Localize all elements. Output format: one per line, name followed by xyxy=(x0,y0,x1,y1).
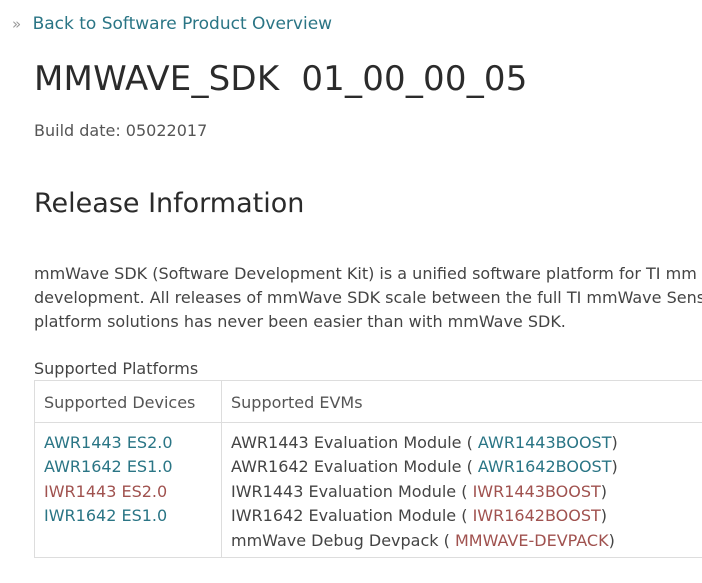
evm-row: IWR1642 Evaluation Module ( IWR1642BOOST… xyxy=(231,504,618,528)
evm-suffix: ) xyxy=(608,530,615,550)
build-date: Build date: 05022017 xyxy=(34,121,208,140)
back-to-overview-link[interactable]: Back to Software Product Overview xyxy=(33,14,332,34)
evm-name: IWR1642 Evaluation Module ( xyxy=(231,506,473,526)
evm-name: IWR1443 Evaluation Module ( xyxy=(231,481,473,501)
page: » Back to Software Product Overview MMWA… xyxy=(0,0,702,583)
description-line: development. All releases of mmWave SDK … xyxy=(34,288,702,307)
release-description: mmWave SDK (Software Development Kit) is… xyxy=(34,262,702,334)
evm-suffix: ) xyxy=(611,457,618,477)
device-link-iwr1642[interactable]: IWR1642 ES1.0 xyxy=(44,506,167,525)
column-divider xyxy=(221,381,222,557)
evm-suffix: ) xyxy=(600,506,607,526)
device-link-awr1443[interactable]: AWR1443 ES2.0 xyxy=(44,433,173,452)
evm-row: AWR1642 Evaluation Module ( AWR1642BOOST… xyxy=(231,455,618,479)
device-link-iwr1443[interactable]: IWR1443 ES2.0 xyxy=(44,482,167,501)
evm-name: AWR1443 Evaluation Module ( xyxy=(231,433,478,452)
evm-suffix: ) xyxy=(611,433,618,452)
evm-row: AWR1443 Evaluation Module ( AWR1443BOOST… xyxy=(231,431,618,455)
evm-name: mmWave Debug Devpack ( xyxy=(231,530,455,550)
evm-link-iwr1642boost[interactable]: IWR1642BOOST xyxy=(473,506,601,525)
column-header-devices: Supported Devices xyxy=(44,393,196,412)
devices-list: AWR1443 ES2.0 AWR1642 ES1.0 IWR1443 ES2.… xyxy=(44,431,173,529)
evm-row: mmWave Debug Devpack ( MMWAVE-DEVPACK) xyxy=(231,529,618,553)
evm-name: AWR1642 Evaluation Module ( xyxy=(231,457,478,477)
evm-link-awr1443boost[interactable]: AWR1443BOOST xyxy=(478,433,612,452)
release-information-heading: Release Information xyxy=(34,188,305,219)
evm-row: IWR1443 Evaluation Module ( IWR1443BOOST… xyxy=(231,480,618,504)
evm-link-awr1642boost[interactable]: AWR1642BOOST xyxy=(478,457,612,476)
supported-platforms-heading: Supported Platforms xyxy=(34,359,199,378)
device-link-awr1642[interactable]: AWR1642 ES1.0 xyxy=(44,457,173,476)
evm-link-iwr1443boost[interactable]: IWR1443BOOST xyxy=(473,482,601,501)
double-chevron-right-icon: » xyxy=(12,15,22,33)
evms-list: AWR1443 Evaluation Module ( AWR1443BOOST… xyxy=(231,431,618,553)
header-divider xyxy=(35,422,702,423)
description-line: mmWave SDK (Software Development Kit) is… xyxy=(34,264,697,283)
supported-platforms-table: Supported Devices Supported EVMs AWR1443… xyxy=(34,380,702,558)
evm-link-mmwave-devpack[interactable]: MMWAVE-DEVPACK xyxy=(455,531,609,550)
back-link-row: » Back to Software Product Overview xyxy=(12,13,332,35)
description-line: platform solutions has never been easier… xyxy=(34,312,566,331)
column-header-evms: Supported EVMs xyxy=(231,393,363,412)
evm-suffix: ) xyxy=(600,481,607,501)
page-title: MMWAVE_SDK 01_00_00_05 xyxy=(34,59,528,99)
